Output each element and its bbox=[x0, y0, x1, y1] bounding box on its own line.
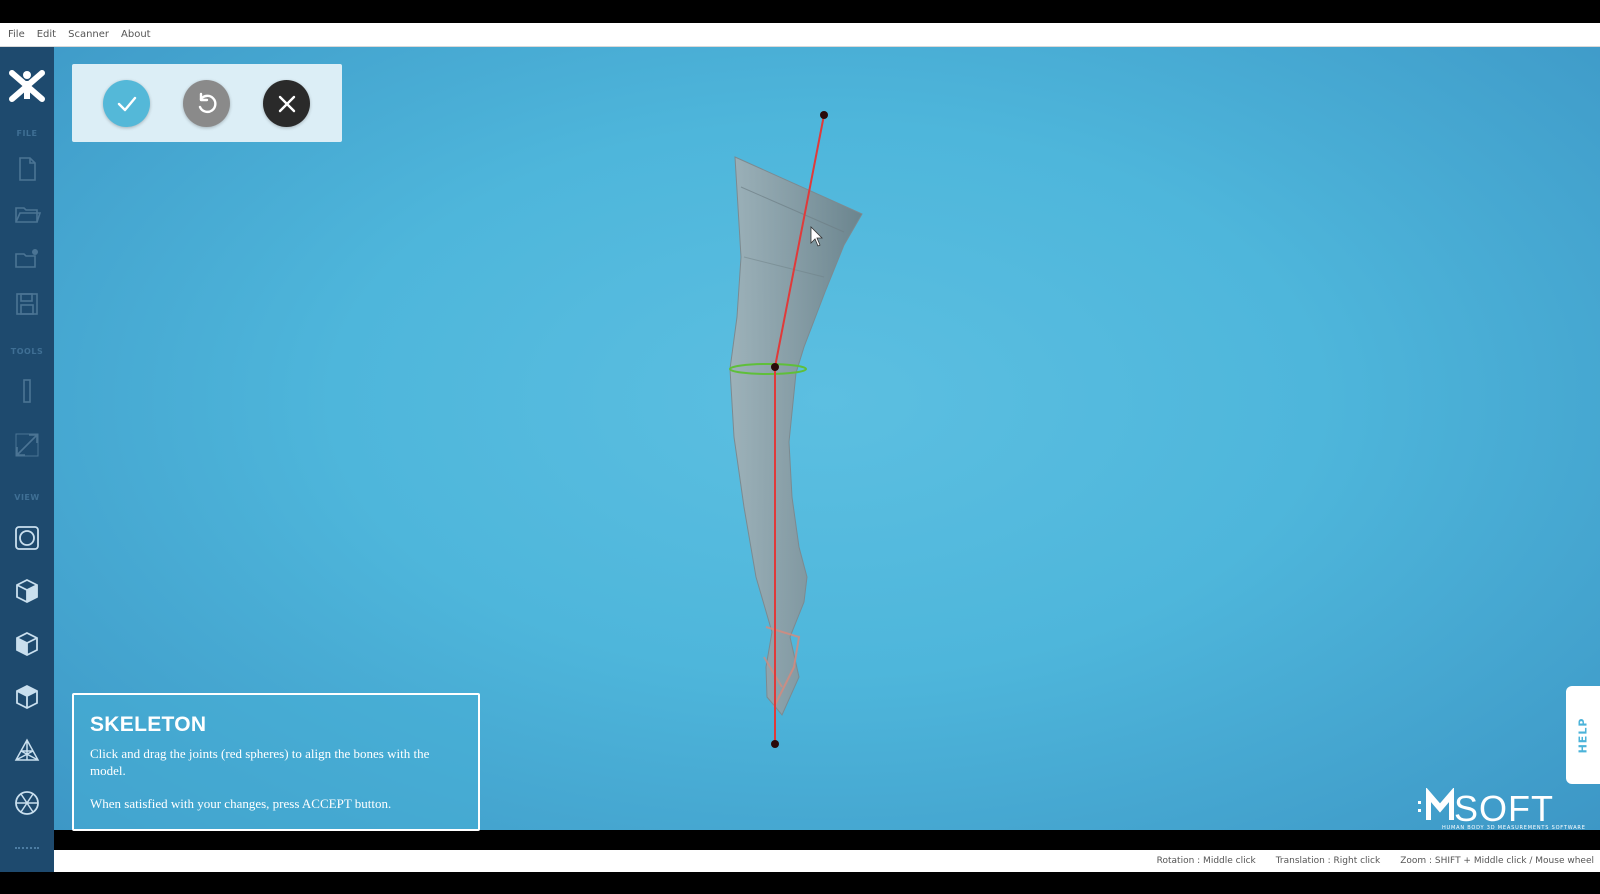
instruction-title: SKELETON bbox=[90, 713, 207, 736]
menu-about[interactable]: About bbox=[121, 29, 151, 40]
status-bar: Rotation : Middle click Translation : Ri… bbox=[54, 850, 1600, 872]
cube-wire-button[interactable] bbox=[11, 681, 43, 713]
section-label-view: VIEW bbox=[14, 493, 40, 502]
action-panel bbox=[72, 64, 342, 142]
cube-shaded-icon bbox=[16, 631, 38, 657]
new-file-icon bbox=[19, 157, 36, 181]
new-file-button[interactable] bbox=[11, 153, 43, 185]
status-translation: Translation : Right click bbox=[1275, 856, 1381, 866]
view-front-button[interactable] bbox=[11, 522, 43, 554]
status-zoom: Zoom : SHIFT + Middle click / Mouse whee… bbox=[1400, 856, 1594, 866]
leg-model[interactable] bbox=[729, 156, 863, 716]
instruction-panel: SKELETON Click and drag the joints (red … bbox=[72, 693, 480, 831]
bottom-letterbox bbox=[0, 872, 1600, 894]
save-button[interactable] bbox=[11, 288, 43, 320]
instruction-hint: When satisfied with your changes, press … bbox=[90, 796, 392, 811]
cube-wire-icon bbox=[16, 684, 38, 710]
status-rotation: Rotation : Middle click bbox=[1156, 856, 1256, 866]
sidebar: FILE TOOLS VIEW bbox=[0, 47, 54, 872]
menu-scanner[interactable]: Scanner bbox=[68, 29, 109, 40]
check-icon bbox=[117, 96, 136, 111]
section-label-file: FILE bbox=[16, 129, 38, 138]
brand-tagline: HUMAN BODY 3D MEASUREMENTS SOFTWARE bbox=[1442, 825, 1586, 831]
sidebar-resize-grip[interactable] bbox=[15, 847, 39, 853]
top-letterbox bbox=[0, 0, 1600, 23]
rotate-ccw-icon bbox=[198, 92, 216, 113]
skeleton-view-button[interactable] bbox=[11, 787, 43, 819]
brand-dots-icon bbox=[1418, 801, 1421, 812]
open-folder-icon bbox=[15, 207, 41, 223]
menu-bar: File Edit Scanner About bbox=[0, 23, 1600, 47]
joint-ankle[interactable] bbox=[771, 740, 779, 748]
open-scan-icon bbox=[15, 249, 38, 268]
cube-solid-icon bbox=[16, 578, 38, 604]
joint-hip[interactable] bbox=[820, 111, 828, 119]
close-icon bbox=[278, 95, 295, 112]
brand-logo: SOFT HUMAN BODY 3D MEASUREMENTS SOFTWARE bbox=[1416, 788, 1586, 834]
app-logo-icon bbox=[8, 67, 46, 105]
help-tab[interactable]: HELP bbox=[1566, 686, 1600, 784]
cube-solid-button[interactable] bbox=[11, 575, 43, 607]
help-label: HELP bbox=[1576, 717, 1590, 753]
brand-name: SOFT bbox=[1454, 788, 1554, 829]
skeleton-view-icon bbox=[15, 791, 39, 815]
save-icon bbox=[16, 293, 38, 315]
cancel-button[interactable] bbox=[263, 80, 310, 127]
mesh-icon bbox=[14, 738, 40, 761]
open-folder-button[interactable] bbox=[11, 198, 43, 230]
reset-button[interactable] bbox=[183, 80, 230, 127]
measure-diagonal-button[interactable] bbox=[11, 429, 43, 461]
cube-shaded-button[interactable] bbox=[11, 628, 43, 660]
accept-button[interactable] bbox=[103, 80, 150, 127]
joint-knee[interactable] bbox=[771, 363, 779, 371]
view-front-icon bbox=[15, 526, 39, 550]
ruler-icon bbox=[23, 379, 31, 403]
instruction-text: Click and drag the joints (red spheres) … bbox=[90, 746, 430, 778]
menu-edit[interactable]: Edit bbox=[37, 29, 56, 40]
open-scan-button[interactable] bbox=[11, 243, 43, 275]
menu-file[interactable]: File bbox=[8, 29, 25, 40]
mesh-button[interactable] bbox=[11, 734, 43, 766]
brand-m-icon bbox=[1426, 788, 1454, 820]
measure-diagonal-icon bbox=[15, 433, 39, 457]
section-label-tools: TOOLS bbox=[10, 347, 44, 356]
ruler-button[interactable] bbox=[11, 375, 43, 407]
